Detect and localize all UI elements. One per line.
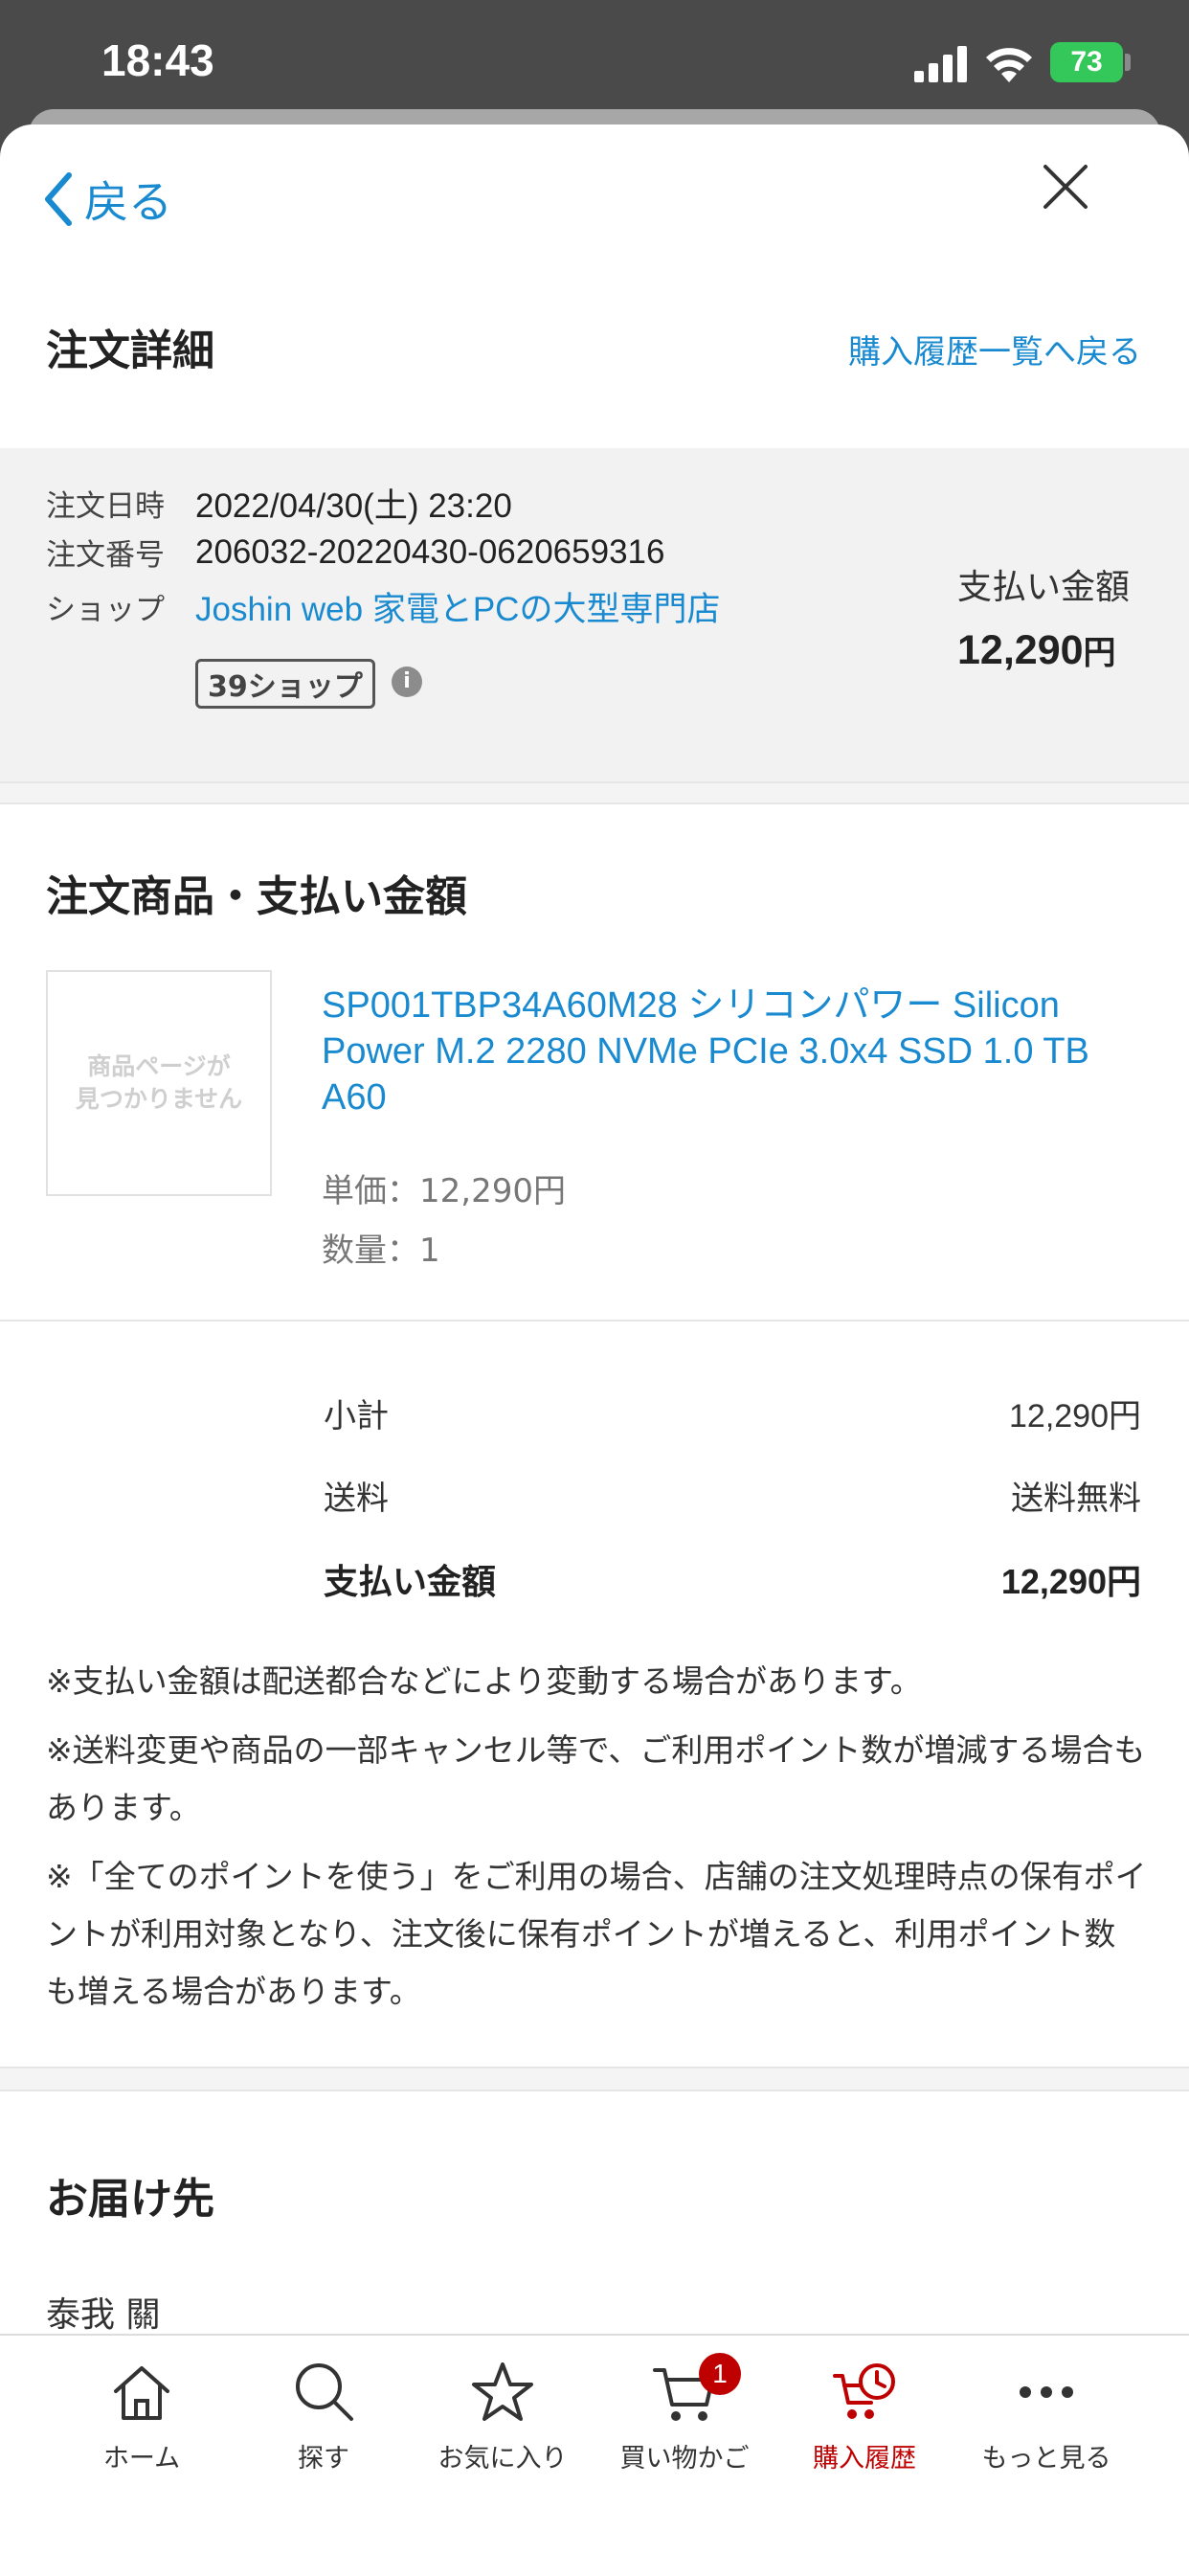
- back-label: 戻る: [84, 177, 172, 227]
- tab-search[interactable]: 探す: [233, 2359, 415, 2474]
- subtotal-row: 小計 12,290円: [324, 1390, 1141, 1436]
- unit-price: 単価：12,290円: [322, 1172, 566, 1210]
- shipping-value: 送料無料: [1011, 1480, 1141, 1518]
- info-icon[interactable]: i: [392, 667, 422, 697]
- section-gap: [0, 2068, 1189, 2090]
- divider: [0, 2090, 1189, 2091]
- tab-cart-label: 買い物かご: [619, 2444, 750, 2474]
- chevron-left-icon: [45, 172, 72, 226]
- battery-icon: 73: [1050, 42, 1123, 82]
- note-1: ※支払い金額は配送都合などにより変動する場合があります。: [46, 1662, 922, 1700]
- shop-row: ショップ Joshin web 家電とPCの大型専門店: [46, 582, 720, 631]
- order-date-value: 2022/04/30(土) 23:20: [195, 487, 512, 525]
- tab-favorites-label: お気に入り: [437, 2444, 568, 2474]
- status-bar: 18:43 73: [0, 0, 1189, 124]
- total-label: 支払い金額: [324, 1563, 497, 1602]
- delivery-section-title: お届け先: [46, 2175, 214, 2224]
- shop-badge: 39ショップ: [195, 659, 375, 709]
- recipient-name: 泰我 關: [46, 2295, 161, 2335]
- shop-label: ショップ: [46, 593, 165, 627]
- tab-more[interactable]: もっと見る: [955, 2359, 1137, 2474]
- purchase-history-link[interactable]: 購入履歴一覧へ戻る: [848, 326, 1141, 373]
- battery-level: 73: [1070, 46, 1103, 78]
- order-date-row: 注文日時 2022/04/30(土) 23:20: [46, 479, 512, 528]
- tab-more-label: もっと見る: [981, 2444, 1111, 2474]
- tab-home[interactable]: ホーム: [51, 2359, 233, 2474]
- product-image-placeholder: 商品ページが 見つかりません: [46, 970, 272, 1196]
- total-row: 支払い金額 12,290円: [324, 1554, 1141, 1604]
- subtotal-label: 小計: [324, 1397, 389, 1435]
- note-3: ※「全てのポイントを使う」をご利用の場合、店舗の注文処理時点の保有ポイントが利用…: [46, 1858, 1147, 2010]
- tab-favorites[interactable]: お気に入り: [412, 2359, 594, 2474]
- shipping-label: 送料: [324, 1480, 389, 1518]
- tab-bar: ホーム 探す お気に入り 1 買い物かご 購入履歴 もっと見る: [0, 2334, 1189, 2576]
- tab-home-label: ホーム: [102, 2444, 181, 2474]
- page-title: 注文詳細: [46, 327, 214, 375]
- items-section-title: 注文商品・支払い金額: [46, 872, 467, 921]
- order-detail-sheet: 戻る 注文詳細 購入履歴一覧へ戻る 注文日時 2022/04/30(土) 23:…: [0, 124, 1189, 2574]
- tab-purchase-history[interactable]: 購入履歴: [774, 2359, 955, 2474]
- subtotal-value: 12,290円: [1009, 1398, 1141, 1435]
- divider: [0, 1320, 1189, 1322]
- star-icon: [472, 2362, 533, 2421]
- shipping-row: 送料 送料無料: [324, 1472, 1141, 1519]
- close-icon[interactable]: [1042, 163, 1089, 211]
- tab-purchase-history-label: 購入履歴: [813, 2444, 916, 2474]
- order-number-label: 注文番号: [46, 538, 165, 573]
- order-date-label: 注文日時: [46, 489, 165, 524]
- pay-amount-label: 支払い金額: [957, 568, 1131, 607]
- tab-search-label: 探す: [298, 2444, 349, 2474]
- battery-cap: [1125, 54, 1131, 71]
- divider: [0, 802, 1189, 804]
- wifi-icon: [986, 48, 1032, 82]
- cellular-signal-icon: [914, 46, 967, 82]
- purchase-history-icon: [833, 2363, 895, 2419]
- note-2: ※送料変更や商品の一部キャンセル等で、ご利用ポイント数が増減する場合もあります。: [46, 1731, 1146, 1826]
- shop-name-link[interactable]: Joshin web 家電とPCの大型専門店: [195, 582, 720, 631]
- placeholder-line-2: 見つかりません: [75, 1085, 243, 1113]
- pay-amount-unit: 円: [1083, 635, 1116, 671]
- cart-count-badge: 1: [699, 2353, 741, 2395]
- product-name-link[interactable]: SP001TBP34A60M28 シリコンパワー Silicon Power M…: [322, 983, 1145, 1120]
- order-number-value: 206032-20220430-0620659316: [195, 532, 665, 571]
- back-button[interactable]: 戻る: [42, 161, 172, 237]
- tab-cart[interactable]: 1 買い物かご: [594, 2353, 775, 2474]
- status-time: 18:43: [101, 35, 214, 85]
- pay-amount-number: 12,290: [957, 627, 1084, 673]
- order-number-row: 注文番号 206032-20220430-0620659316: [46, 531, 664, 574]
- total-value: 12,290円: [1000, 1562, 1141, 1601]
- placeholder-line-1: 商品ページが: [87, 1052, 231, 1080]
- quantity: 数量：1: [322, 1232, 440, 1270]
- section-gap: [0, 783, 1189, 804]
- more-icon: [1020, 2386, 1073, 2398]
- search-icon: [296, 2363, 353, 2421]
- home-icon: [114, 2366, 169, 2420]
- order-summary: 注文日時 2022/04/30(土) 23:20 注文番号 206032-202…: [0, 448, 1189, 781]
- pay-amount-value: 12,290円: [957, 626, 1116, 674]
